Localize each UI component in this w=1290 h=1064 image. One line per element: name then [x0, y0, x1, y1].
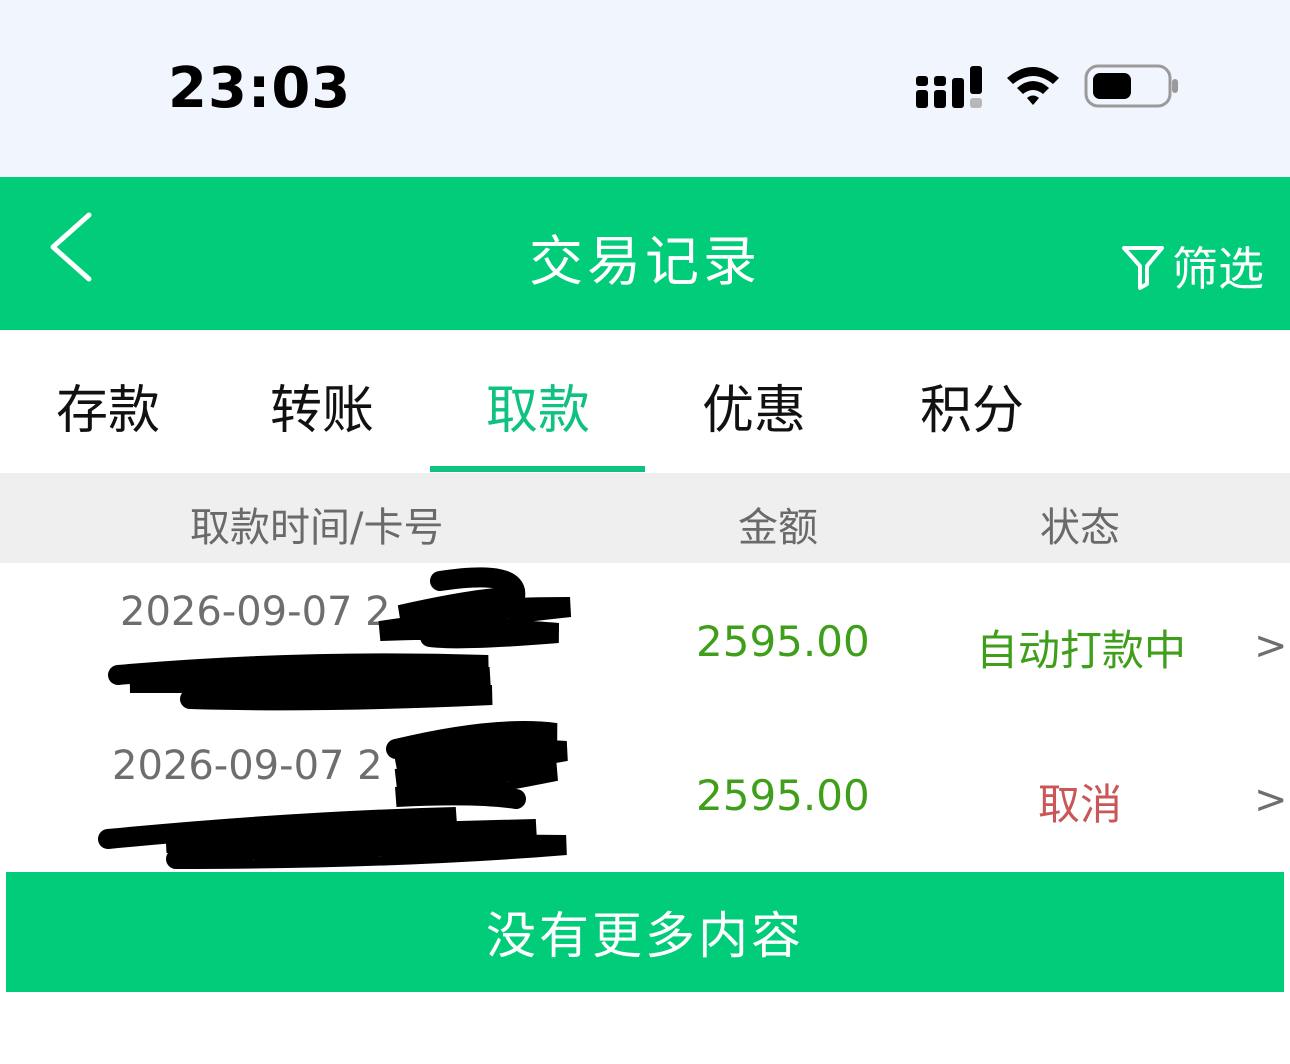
tab-withdrawal[interactable]: 取款	[486, 368, 590, 443]
row-status: 取消	[1038, 780, 1123, 829]
header-time-card: 取款时间/卡号	[190, 505, 444, 551]
status-time: 23:03	[168, 56, 352, 121]
table-row[interactable]: 2026-09-07 2 2595.00 取消 >	[0, 717, 1290, 871]
battery-icon	[1084, 64, 1178, 108]
table-row[interactable]: 2026-09-07 2 2595.00 自动打款中 >	[0, 563, 1290, 717]
active-tab-indicator	[430, 466, 645, 472]
no-more-content-bar: 没有更多内容	[6, 872, 1284, 992]
redaction-scribble	[108, 567, 572, 711]
tab-promotions[interactable]: 优惠	[702, 368, 806, 443]
app-screen: 23:03 交易记录 筛选 存款 转账 取款 优惠 积分 取款时间/卡号 金额 …	[0, 0, 1290, 1064]
row-chevron-right-icon[interactable]: >	[1254, 623, 1288, 669]
tab-deposit[interactable]: 存款	[56, 368, 160, 443]
page-title: 交易记录	[529, 230, 761, 293]
row-amount: 2595.00	[696, 771, 870, 820]
header-amount: 金额	[738, 505, 818, 551]
status-bar: 23:03	[0, 0, 1290, 177]
row-chevron-right-icon[interactable]: >	[1254, 777, 1288, 823]
tab-points[interactable]: 积分	[920, 368, 1024, 443]
tab-bar: 存款 转账 取款 优惠 积分	[0, 330, 1290, 473]
tab-transfer[interactable]: 转账	[270, 368, 374, 443]
redaction-scribble	[98, 721, 568, 869]
table-header: 取款时间/卡号 金额 状态	[0, 473, 1290, 563]
nav-bar: 交易记录 筛选	[0, 177, 1290, 330]
filter-icon	[1122, 246, 1164, 290]
filter-label: 筛选	[1172, 242, 1264, 296]
row-amount: 2595.00	[696, 617, 870, 666]
wifi-icon	[1007, 67, 1059, 105]
cellular-signal-icon	[916, 66, 982, 108]
filter-button[interactable]: 筛选	[1120, 233, 1264, 299]
header-status: 状态	[1040, 505, 1120, 551]
row-status: 自动打款中	[976, 626, 1187, 675]
